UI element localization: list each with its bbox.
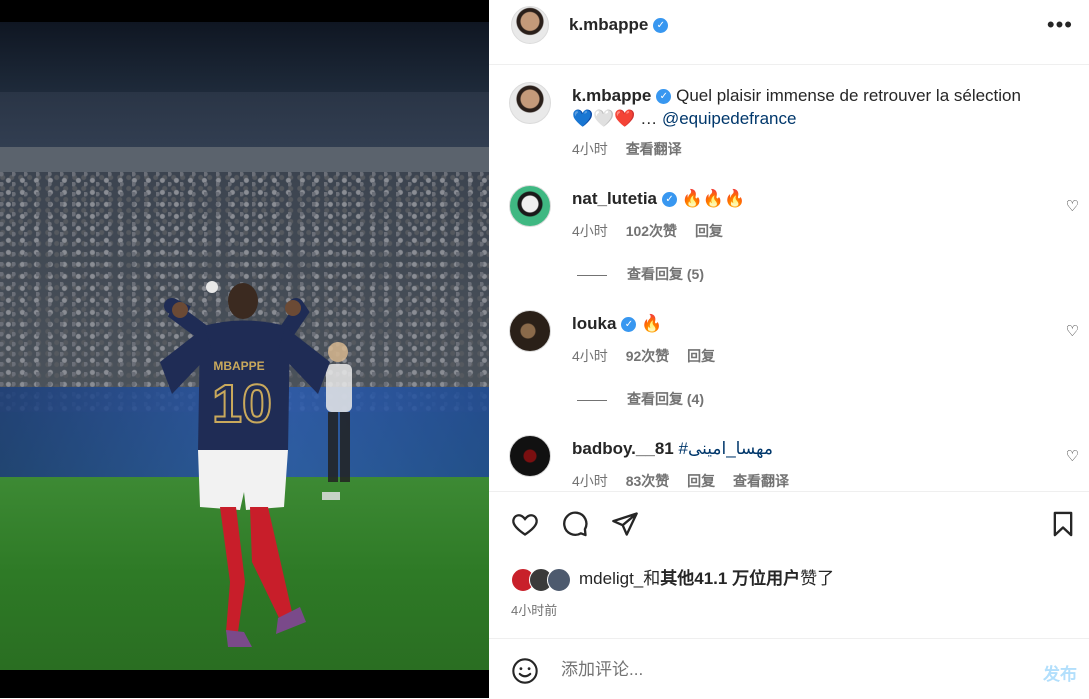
caption-text: k.mbappe ✓ Quel plaisir immense de retrou… [572, 84, 1052, 130]
comment-likes[interactable]: 102次赞 [626, 223, 677, 239]
likes-and: 和 [643, 569, 661, 588]
comment-reply-button[interactable]: 回复 [687, 348, 715, 364]
author-username[interactable]: k.mbappe ✓ [569, 15, 669, 35]
comment-hashtag[interactable]: #مهسا_امینی [678, 439, 772, 458]
comment-meta: 4小时 92次赞 回复 [572, 346, 729, 366]
caption-body: Quel plaisir immense de retrouver la sél… [676, 86, 1021, 105]
author-username-text[interactable]: k.mbappe [569, 15, 648, 34]
comment-username[interactable]: louka [572, 314, 616, 333]
likes-others[interactable]: 其他41.1 万位用户 [660, 569, 800, 588]
comment-avatar[interactable] [509, 185, 551, 227]
caption-translate[interactable]: 查看翻译 [626, 141, 682, 157]
divider-line [577, 399, 607, 401]
comment-text: badboy.__81 #مهسا_امینی [572, 437, 773, 460]
comment-time[interactable]: 4小时 [572, 348, 608, 364]
divider-line [577, 274, 607, 276]
liker-avatar [547, 567, 571, 592]
comment-input[interactable] [559, 653, 1013, 687]
comments-list[interactable]: k.mbappe ✓ Quel plaisir immense de retrou… [489, 65, 1089, 491]
liker-username[interactable]: mdeligt_ [579, 569, 643, 588]
post-header: k.mbappe ✓ ••• [489, 0, 1089, 65]
view-replies-button[interactable]: 查看回复 (4) [577, 389, 704, 409]
caption-mention[interactable]: @equipedefrance [662, 109, 796, 128]
post-comment-button[interactable]: 发布 [1043, 660, 1077, 685]
verified-badge-icon: ✓ [656, 89, 672, 105]
comment-meta: 4小时 102次赞 回复 [572, 221, 737, 241]
comment-avatar[interactable] [509, 310, 551, 352]
send-icon[interactable] [611, 510, 639, 538]
stadium-scene: MBAPPE 10 [0, 22, 489, 670]
post-photo[interactable]: MBAPPE 10 [0, 0, 489, 698]
comment-body: 🔥🔥🔥 [681, 189, 746, 208]
caption-username[interactable]: k.mbappe [572, 86, 651, 105]
player-figure: MBAPPE 10 [160, 281, 352, 647]
caption-avatar[interactable] [509, 82, 551, 124]
caption-meta: 4小时 查看翻译 [572, 139, 696, 159]
verified-badge-icon: ✓ [621, 317, 637, 333]
comment-like-heart-icon[interactable]: ♡ [1066, 197, 1079, 215]
add-comment-bar: 发布 [489, 638, 1089, 699]
verified-badge-icon: ✓ [653, 18, 669, 34]
jersey-name: MBAPPE [213, 359, 264, 373]
comment-like-heart-icon[interactable]: ♡ [1066, 322, 1079, 340]
comment-reply-button[interactable]: 回复 [687, 473, 715, 489]
comment-username[interactable]: badboy.__81 [572, 439, 674, 458]
likes-summary: mdeligt_和其他41.1 万位用户赞了 [511, 564, 834, 592]
comment-reply-button[interactable]: 回复 [695, 223, 723, 239]
post-time[interactable]: 4小时前 [511, 600, 557, 619]
comment-body: 🔥 [641, 314, 663, 333]
author-avatar[interactable] [511, 6, 549, 44]
view-replies-button[interactable]: 查看回复 (5) [577, 264, 704, 284]
view-replies-label[interactable]: 查看回复 (5) [627, 266, 704, 282]
caption-time[interactable]: 4小时 [572, 141, 608, 157]
verified-badge-icon: ✓ [662, 192, 678, 208]
likes-suffix: 赞了 [800, 569, 835, 588]
comment-time[interactable]: 4小时 [572, 473, 608, 489]
comment-like-heart-icon[interactable]: ♡ [1066, 447, 1079, 465]
post-panel: k.mbappe ✓ ••• k.mbappe ✓ Quel plaisir imm… [489, 0, 1089, 698]
comment-icon[interactable] [561, 510, 589, 538]
comment-avatar[interactable] [509, 435, 551, 477]
heart-icon[interactable] [511, 510, 539, 538]
emoji-icon[interactable] [511, 657, 539, 685]
comment-translate[interactable]: 查看翻译 [733, 473, 789, 489]
comment-text: louka ✓ 🔥 [572, 312, 662, 335]
comment-likes[interactable]: 83次赞 [626, 473, 670, 489]
view-replies-label[interactable]: 查看回复 (4) [627, 391, 704, 407]
more-options-icon[interactable]: ••• [1047, 12, 1073, 38]
comment-text: nat_lutetia ✓ 🔥🔥🔥 [572, 187, 745, 210]
comment-username[interactable]: nat_lutetia [572, 189, 657, 208]
comment-likes[interactable]: 92次赞 [626, 348, 670, 364]
jersey-number: 10 [212, 374, 272, 434]
action-bar: mdeligt_和其他41.1 万位用户赞了 4小时前 [489, 491, 1089, 639]
caption-emojis: 💙🤍❤️ … [572, 109, 658, 128]
liker-avatars [511, 567, 571, 592]
comment-time[interactable]: 4小时 [572, 223, 608, 239]
comment-meta: 4小时 83次赞 回复 查看翻译 [572, 471, 803, 491]
bookmark-icon[interactable] [1049, 510, 1077, 538]
